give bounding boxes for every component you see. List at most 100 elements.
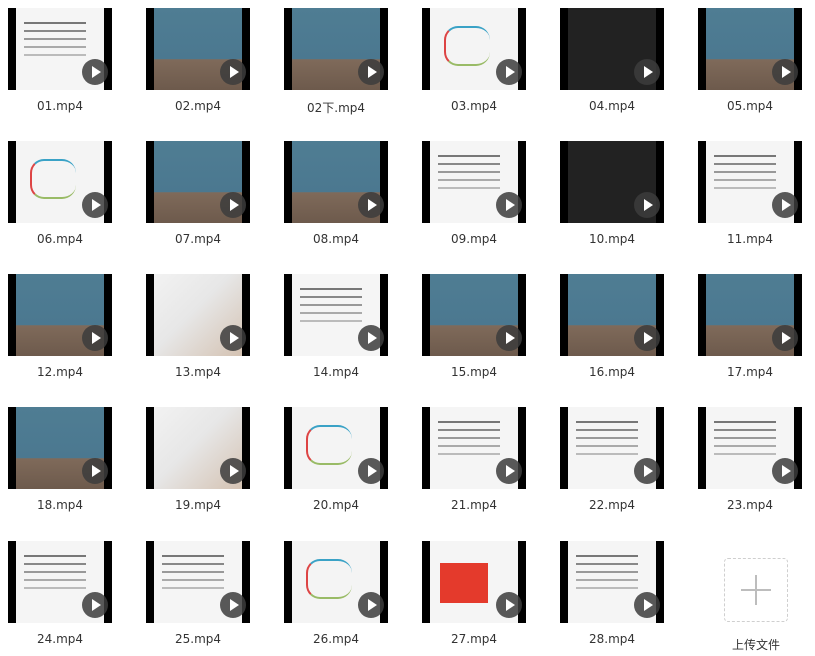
play-icon[interactable] [634,59,660,85]
file-item[interactable]: 12.mp4 [0,274,120,379]
play-icon[interactable] [82,59,108,85]
file-item[interactable]: 23.mp4 [690,407,810,512]
file-item[interactable]: 07.mp4 [138,141,258,246]
video-thumbnail[interactable] [560,407,664,489]
file-item[interactable]: 08.mp4 [276,141,396,246]
play-icon[interactable] [772,458,798,484]
play-icon[interactable] [358,59,384,85]
video-thumbnail[interactable] [8,141,112,223]
video-thumbnail[interactable] [146,407,250,489]
file-item[interactable]: 19.mp4 [138,407,258,512]
file-name: 22.mp4 [588,498,636,512]
play-icon[interactable] [634,192,660,218]
video-thumbnail[interactable] [146,141,250,223]
file-item[interactable]: 20.mp4 [276,407,396,512]
video-thumbnail[interactable] [284,274,388,356]
video-thumbnail[interactable] [698,407,802,489]
video-thumbnail[interactable] [146,8,250,90]
file-name: 02下.mp4 [306,101,366,115]
play-icon[interactable] [496,592,522,618]
upload-item[interactable]: 上传文件 [696,548,815,653]
play-icon[interactable] [82,325,108,351]
file-item[interactable]: 24.mp4 [0,541,120,646]
file-item[interactable]: 03.mp4 [414,8,534,113]
video-thumbnail[interactable] [8,407,112,489]
video-thumbnail[interactable] [422,274,526,356]
video-thumbnail[interactable] [284,8,388,90]
file-name: 27.mp4 [450,632,498,646]
file-item[interactable]: 18.mp4 [0,407,120,512]
video-thumbnail[interactable] [560,541,664,623]
video-thumbnail[interactable] [284,541,388,623]
play-icon[interactable] [772,325,798,351]
play-icon[interactable] [82,592,108,618]
file-item[interactable]: 06.mp4 [0,141,120,246]
play-icon[interactable] [220,592,246,618]
file-name: 21.mp4 [450,498,498,512]
play-icon[interactable] [634,325,660,351]
file-item[interactable]: 21.mp4 [414,407,534,512]
file-item[interactable]: 01.mp4 [0,8,120,113]
video-thumbnail[interactable] [146,274,250,356]
video-thumbnail[interactable] [8,541,112,623]
file-item[interactable]: 15.mp4 [414,274,534,379]
file-item[interactable]: 28.mp4 [552,541,672,646]
play-icon[interactable] [496,458,522,484]
video-thumbnail[interactable] [422,8,526,90]
video-thumbnail[interactable] [8,274,112,356]
file-item[interactable]: 27.mp4 [414,541,534,646]
video-thumbnail[interactable] [560,274,664,356]
video-thumbnail[interactable] [284,407,388,489]
play-icon[interactable] [496,192,522,218]
play-icon[interactable] [220,192,246,218]
video-thumbnail[interactable] [560,141,664,223]
file-item[interactable]: 17.mp4 [690,274,810,379]
file-name: 04.mp4 [588,99,636,113]
video-thumbnail[interactable] [422,407,526,489]
video-thumbnail[interactable] [698,8,802,90]
file-item[interactable]: 05.mp4 [690,8,810,113]
file-item[interactable]: 11.mp4 [690,141,810,246]
file-item[interactable]: 10.mp4 [552,141,672,246]
play-icon[interactable] [82,458,108,484]
file-name: 10.mp4 [588,232,636,246]
video-thumbnail[interactable] [698,274,802,356]
video-thumbnail[interactable] [422,541,526,623]
video-thumbnail[interactable] [146,541,250,623]
file-item[interactable]: 02下.mp4 [276,8,396,116]
play-icon[interactable] [634,458,660,484]
file-name: 08.mp4 [312,232,360,246]
play-icon[interactable] [82,192,108,218]
file-item[interactable]: 09.mp4 [414,141,534,246]
file-item[interactable]: 02.mp4 [138,8,258,113]
video-thumbnail[interactable] [8,8,112,90]
play-icon[interactable] [772,59,798,85]
play-icon[interactable] [496,325,522,351]
file-item[interactable]: 14.mp4 [276,274,396,379]
file-item[interactable]: 25.mp4 [138,541,258,646]
play-icon[interactable] [772,192,798,218]
video-thumbnail[interactable] [422,141,526,223]
upload-label: 上传文件 [731,638,780,652]
play-icon[interactable] [358,458,384,484]
file-name: 25.mp4 [174,632,222,646]
play-icon[interactable] [358,325,384,351]
video-thumbnail[interactable] [284,141,388,223]
play-icon[interactable] [496,59,522,85]
play-icon[interactable] [220,325,246,351]
file-item[interactable]: 04.mp4 [552,8,672,113]
file-item[interactable]: 16.mp4 [552,274,672,379]
video-thumbnail[interactable] [698,141,802,223]
file-item[interactable]: 22.mp4 [552,407,672,512]
play-icon[interactable] [358,592,384,618]
play-icon[interactable] [220,458,246,484]
play-icon[interactable] [220,59,246,85]
video-thumbnail[interactable] [560,8,664,90]
file-grid: 01.mp4 02.mp4 02下.mp4 03.mp4 04.mp4 05.m… [0,0,815,656]
play-icon[interactable] [358,192,384,218]
file-item[interactable]: 26.mp4 [276,541,396,646]
upload-plus-icon[interactable] [724,558,788,622]
file-item[interactable]: 13.mp4 [138,274,258,379]
file-name: 06.mp4 [36,232,84,246]
play-icon[interactable] [634,592,660,618]
